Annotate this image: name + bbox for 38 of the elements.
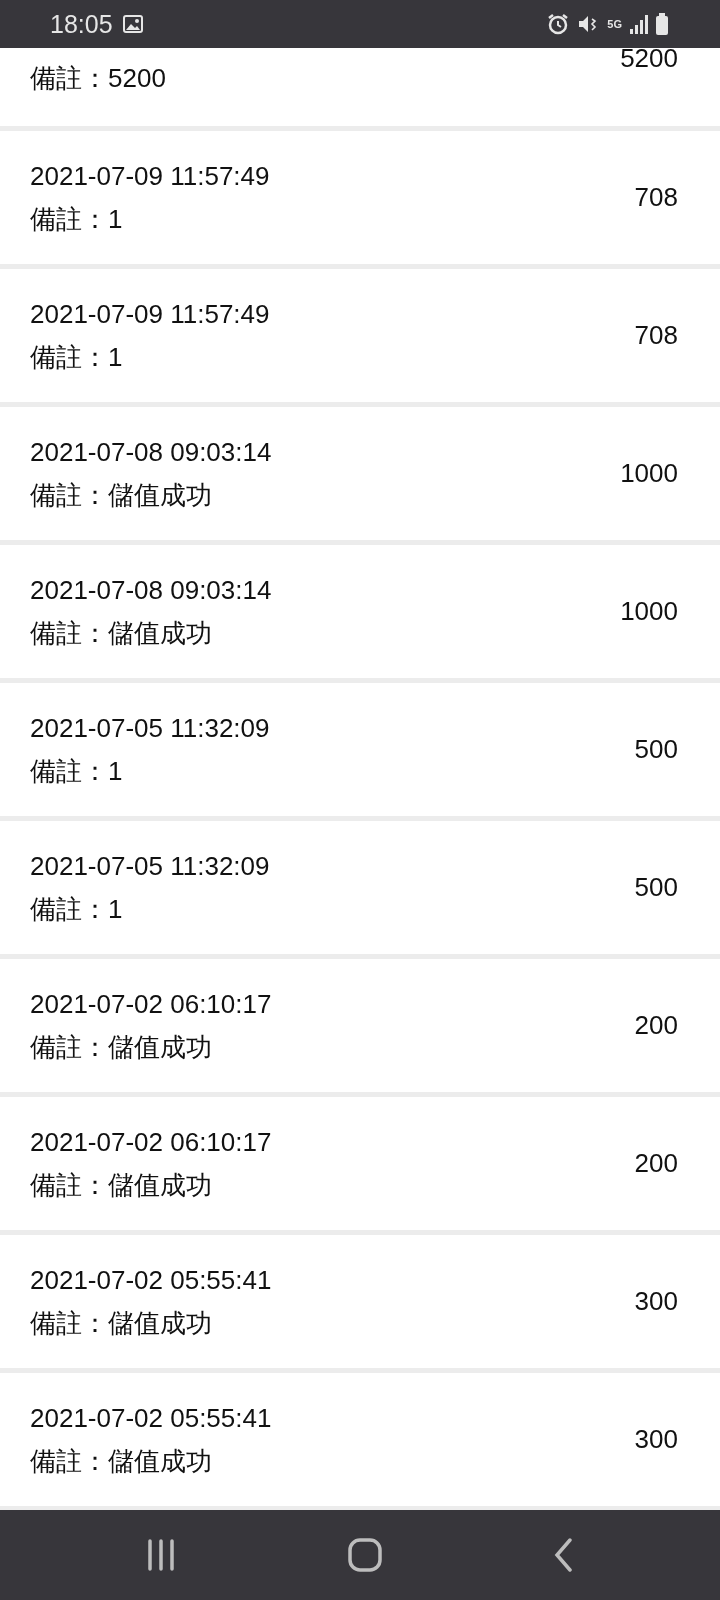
record-remark: 備註：1 <box>30 756 124 786</box>
record-date: 2021-07-09 11:57:49 <box>30 161 270 191</box>
record-date: 2021-07-05 11:32:09 <box>30 851 270 881</box>
record-remark: 備註：1 <box>30 204 124 234</box>
record-amount: 708 <box>634 321 678 350</box>
record-remark: 備註：儲值成功 <box>30 1170 213 1200</box>
record-amount: 300 <box>634 1287 678 1316</box>
battery-icon <box>656 13 668 35</box>
record-amount: 708 <box>634 183 678 212</box>
record-amount: 200 <box>634 1149 678 1178</box>
record-remark: 備註：儲值成功 <box>30 1308 213 1338</box>
record-amount: 300 <box>634 1425 678 1454</box>
image-icon <box>122 15 143 33</box>
alarm-icon <box>547 13 570 35</box>
record-amount: 500 <box>634 735 678 764</box>
clock: 18:05 <box>50 9 113 39</box>
record-date: 2021-07-02 05:55:41 <box>30 1403 272 1433</box>
record-remark: 備註：儲值成功 <box>30 1032 213 1062</box>
record-amount: 1000 <box>620 597 678 626</box>
record-date: 2021-07-02 06:10:17 <box>30 1127 272 1157</box>
record-remark: 備註：5200 <box>30 64 166 93</box>
record-amount: 1000 <box>620 459 678 488</box>
record-date: 2021-07-02 05:55:41 <box>30 1265 272 1295</box>
record-amount: 200 <box>634 1011 678 1040</box>
record-remark: 備註：儲值成功 <box>30 480 213 510</box>
record-remark: 備註：1 <box>30 894 124 924</box>
record-date: 2021-07-09 11:57:49 <box>30 299 270 329</box>
record-remark: 備註：1 <box>30 342 124 372</box>
record-remark: 備註：儲值成功 <box>30 618 213 648</box>
record-date: 2021-07-05 11:32:09 <box>30 713 270 743</box>
record-date: 2021-07-08 09:03:14 <box>30 575 272 605</box>
record-amount: 5200 <box>620 48 678 73</box>
record-date: 2021-07-02 06:10:17 <box>30 989 272 1019</box>
record-date: 2021-07-08 09:03:14 <box>30 437 272 467</box>
network-type: 5G <box>607 18 622 30</box>
record-amount: 500 <box>634 873 678 902</box>
signal-icon <box>630 14 648 34</box>
record-remark: 備註：儲值成功 <box>30 1446 213 1476</box>
